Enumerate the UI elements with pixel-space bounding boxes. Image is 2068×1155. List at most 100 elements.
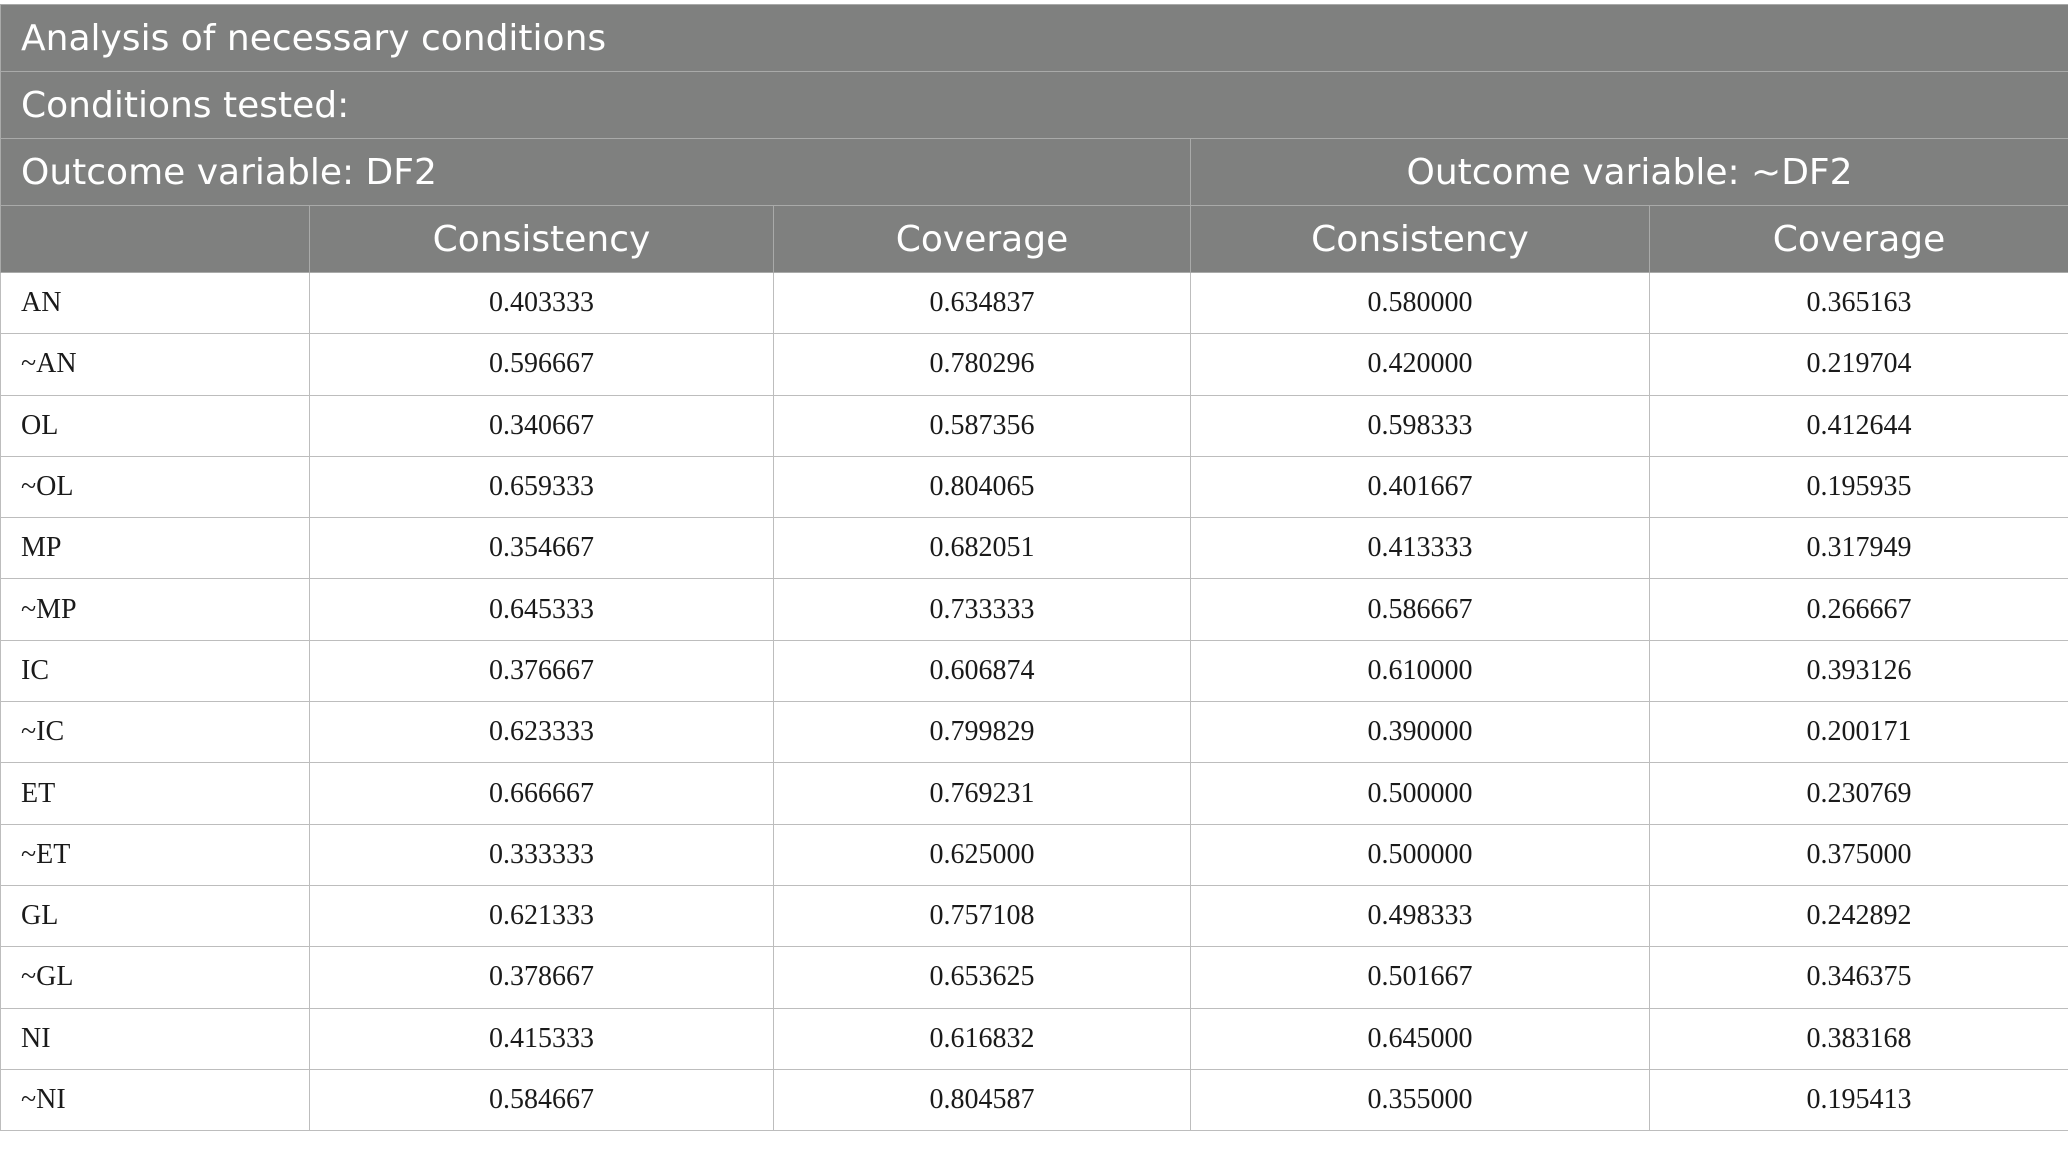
column-header-coverage-df2: Coverage	[773, 205, 1191, 273]
table-row: NI 0.415333 0.616832 0.645000 0.383168	[0, 1007, 2068, 1070]
coverage-not-df2-cell: 0.375000	[1648, 823, 2068, 886]
condition-cell: ~IC	[0, 701, 310, 764]
coverage-df2-cell: 0.799829	[773, 701, 1191, 764]
condition-cell: OL	[0, 394, 310, 457]
coverage-df2-cell: 0.587356	[773, 394, 1191, 457]
table-row: GL 0.621333 0.757108 0.498333 0.242892	[0, 884, 2068, 948]
consistency-not-df2-cell: 0.500000	[1190, 762, 1650, 825]
column-header-consistency-df2: Consistency	[309, 205, 774, 273]
table-row: ~MP 0.645333 0.733333 0.586667 0.266667	[0, 578, 2068, 641]
table-row: ~IC 0.623333 0.799829 0.390000 0.200171	[0, 701, 2068, 764]
condition-cell: ~MP	[0, 578, 310, 641]
coverage-not-df2-cell: 0.383168	[1648, 1007, 2068, 1070]
coverage-df2-cell: 0.634837	[773, 271, 1191, 335]
column-header-condition	[0, 205, 310, 273]
consistency-not-df2-cell: 0.586667	[1190, 578, 1650, 641]
coverage-df2-cell: 0.606874	[773, 639, 1191, 703]
table-row: ~ET 0.333333 0.625000 0.500000 0.375000	[0, 823, 2068, 886]
table-row: IC 0.376667 0.606874 0.610000 0.393126	[0, 639, 2068, 703]
condition-cell: NI	[0, 1007, 310, 1070]
table-row: ~GL 0.378667 0.653625 0.501667 0.346375	[0, 946, 2068, 1009]
consistency-not-df2-cell: 0.501667	[1190, 946, 1650, 1009]
condition-cell: ~NI	[0, 1068, 310, 1132]
consistency-df2-cell: 0.403333	[309, 271, 774, 335]
condition-cell: ~OL	[0, 455, 310, 519]
consistency-not-df2-cell: 0.645000	[1190, 1007, 1650, 1070]
coverage-not-df2-cell: 0.393126	[1648, 639, 2068, 703]
coverage-not-df2-cell: 0.219704	[1648, 333, 2068, 396]
group-header-not-df2: Outcome variable: ~DF2	[1189, 138, 2068, 206]
consistency-not-df2-cell: 0.401667	[1190, 455, 1650, 519]
consistency-not-df2-cell: 0.390000	[1190, 701, 1650, 764]
coverage-not-df2-cell: 0.365163	[1648, 271, 2068, 335]
consistency-df2-cell: 0.645333	[309, 578, 774, 641]
coverage-df2-cell: 0.804065	[773, 455, 1191, 519]
coverage-not-df2-cell: 0.200171	[1648, 701, 2068, 764]
table-row: OL 0.340667 0.587356 0.598333 0.412644	[0, 394, 2068, 457]
coverage-df2-cell: 0.769231	[773, 762, 1191, 825]
table-subtitle-row: Conditions tested:	[0, 71, 2068, 139]
consistency-not-df2-cell: 0.355000	[1190, 1068, 1650, 1132]
necessary-conditions-table: Analysis of necessary conditions Conditi…	[0, 4, 2068, 1132]
coverage-df2-cell: 0.733333	[773, 578, 1191, 641]
consistency-df2-cell: 0.621333	[309, 884, 774, 948]
coverage-not-df2-cell: 0.346375	[1648, 946, 2068, 1009]
consistency-df2-cell: 0.666667	[309, 762, 774, 825]
consistency-not-df2-cell: 0.500000	[1190, 823, 1650, 886]
consistency-df2-cell: 0.596667	[309, 333, 774, 396]
condition-cell: ET	[0, 762, 310, 825]
coverage-not-df2-cell: 0.242892	[1648, 884, 2068, 948]
consistency-df2-cell: 0.340667	[309, 394, 774, 457]
group-header-df2: Outcome variable: DF2	[0, 138, 1191, 206]
condition-cell: IC	[0, 639, 310, 703]
coverage-df2-cell: 0.804587	[773, 1068, 1191, 1132]
coverage-df2-cell: 0.625000	[773, 823, 1191, 886]
table-title: Analysis of necessary conditions	[0, 4, 2068, 72]
consistency-df2-cell: 0.354667	[309, 517, 774, 580]
consistency-df2-cell: 0.623333	[309, 701, 774, 764]
condition-cell: GL	[0, 884, 310, 948]
table-subtitle: Conditions tested:	[0, 71, 2068, 139]
table-body: AN 0.403333 0.634837 0.580000 0.365163 ~…	[0, 271, 2068, 1132]
table-row: AN 0.403333 0.634837 0.580000 0.365163	[0, 271, 2068, 335]
condition-cell: ~ET	[0, 823, 310, 886]
column-header-row: Consistency Coverage Consistency Coverag…	[0, 205, 2068, 273]
consistency-not-df2-cell: 0.413333	[1190, 517, 1650, 580]
column-header-coverage-not-df2: Coverage	[1648, 205, 2068, 273]
table-row: ~AN 0.596667 0.780296 0.420000 0.219704	[0, 333, 2068, 396]
coverage-not-df2-cell: 0.266667	[1648, 578, 2068, 641]
coverage-not-df2-cell: 0.195935	[1648, 455, 2068, 519]
consistency-df2-cell: 0.659333	[309, 455, 774, 519]
necessary-conditions-table-container: Analysis of necessary conditions Conditi…	[0, 4, 2068, 1132]
condition-cell: ~AN	[0, 333, 310, 396]
consistency-df2-cell: 0.333333	[309, 823, 774, 886]
consistency-not-df2-cell: 0.498333	[1190, 884, 1650, 948]
table-row: MP 0.354667 0.682051 0.413333 0.317949	[0, 517, 2068, 580]
column-header-consistency-not-df2: Consistency	[1190, 205, 1650, 273]
coverage-df2-cell: 0.682051	[773, 517, 1191, 580]
group-header-row: Outcome variable: DF2 Outcome variable: …	[0, 138, 2068, 206]
coverage-df2-cell: 0.757108	[773, 884, 1191, 948]
condition-cell: ~GL	[0, 946, 310, 1009]
coverage-not-df2-cell: 0.317949	[1648, 517, 2068, 580]
coverage-df2-cell: 0.653625	[773, 946, 1191, 1009]
condition-cell: AN	[0, 271, 310, 335]
coverage-not-df2-cell: 0.195413	[1648, 1068, 2068, 1132]
consistency-not-df2-cell: 0.580000	[1190, 271, 1650, 335]
consistency-df2-cell: 0.376667	[309, 639, 774, 703]
consistency-df2-cell: 0.584667	[309, 1068, 774, 1132]
table-row: ET 0.666667 0.769231 0.500000 0.230769	[0, 762, 2068, 825]
table-title-row: Analysis of necessary conditions	[0, 4, 2068, 72]
consistency-df2-cell: 0.378667	[309, 946, 774, 1009]
consistency-df2-cell: 0.415333	[309, 1007, 774, 1070]
consistency-not-df2-cell: 0.598333	[1190, 394, 1650, 457]
consistency-not-df2-cell: 0.420000	[1190, 333, 1650, 396]
consistency-not-df2-cell: 0.610000	[1190, 639, 1650, 703]
table-row: ~OL 0.659333 0.804065 0.401667 0.195935	[0, 455, 2068, 519]
table-row: ~NI 0.584667 0.804587 0.355000 0.195413	[0, 1068, 2068, 1132]
condition-cell: MP	[0, 517, 310, 580]
coverage-not-df2-cell: 0.412644	[1648, 394, 2068, 457]
coverage-df2-cell: 0.780296	[773, 333, 1191, 396]
coverage-df2-cell: 0.616832	[773, 1007, 1191, 1070]
coverage-not-df2-cell: 0.230769	[1648, 762, 2068, 825]
